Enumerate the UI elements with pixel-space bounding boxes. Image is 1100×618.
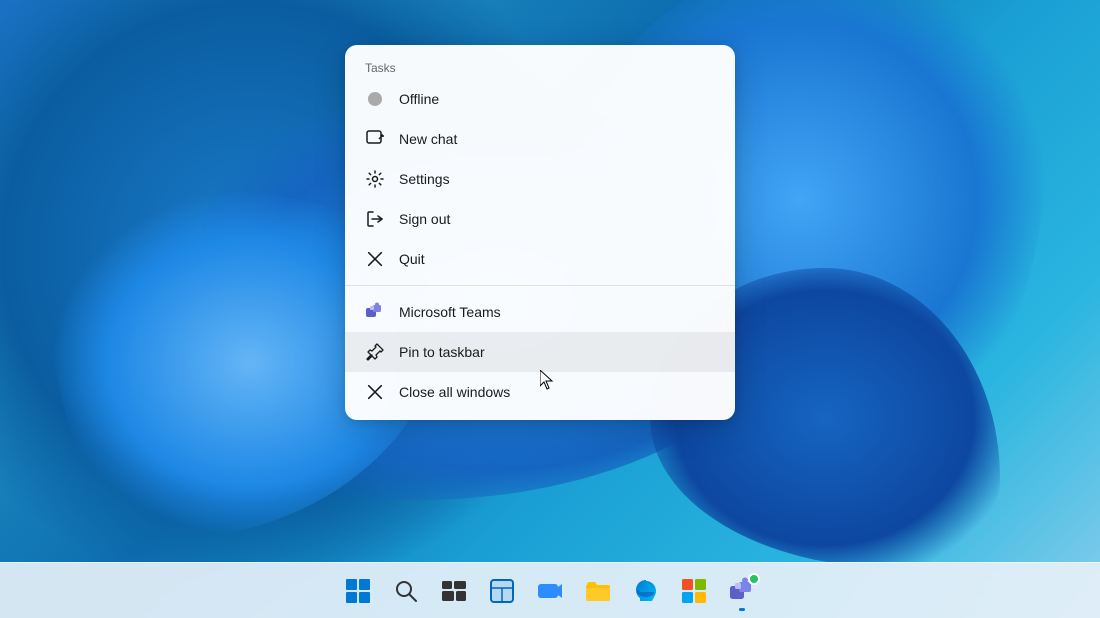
menu-item-new-chat-label: New chat xyxy=(399,131,457,147)
pin-icon xyxy=(365,342,385,362)
menu-divider xyxy=(345,285,735,286)
teams-indicator xyxy=(739,608,745,611)
settings-gear-icon xyxy=(365,169,385,189)
close-all-icon xyxy=(365,382,385,402)
menu-item-teams-label: Microsoft Teams xyxy=(399,304,501,320)
quit-x-icon xyxy=(365,249,385,269)
taskbar-task-view-button[interactable] xyxy=(432,569,476,613)
menu-item-offline[interactable]: Offline xyxy=(345,79,735,119)
taskbar-widgets-button[interactable] xyxy=(480,569,524,613)
taskbar-teams-button[interactable] xyxy=(720,569,764,613)
sign-out-icon xyxy=(365,209,385,229)
taskbar-edge-button[interactable] xyxy=(624,569,668,613)
taskbar-zoom-button[interactable] xyxy=(528,569,572,613)
menu-item-pin-to-taskbar[interactable]: Pin to taskbar xyxy=(345,332,735,372)
taskbar-search-button[interactable] xyxy=(384,569,428,613)
menu-item-sign-out[interactable]: Sign out xyxy=(345,199,735,239)
teams-active-badge xyxy=(748,573,760,585)
menu-item-new-chat[interactable]: New chat xyxy=(345,119,735,159)
menu-item-close-all-label: Close all windows xyxy=(399,384,510,400)
taskbar-store-button[interactable] xyxy=(672,569,716,613)
menu-section-label: Tasks xyxy=(345,53,735,79)
menu-item-sign-out-label: Sign out xyxy=(399,211,450,227)
taskbar-start-button[interactable] xyxy=(336,569,380,613)
menu-item-quit-label: Quit xyxy=(399,251,425,267)
menu-item-settings[interactable]: Settings xyxy=(345,159,735,199)
menu-item-settings-label: Settings xyxy=(399,171,450,187)
teams-menu-icon xyxy=(365,302,385,322)
offline-icon xyxy=(365,89,385,109)
desktop: Tasks Offline New chat xyxy=(0,0,1100,618)
menu-item-offline-label: Offline xyxy=(399,91,439,107)
taskbar-explorer-button[interactable] xyxy=(576,569,620,613)
context-menu: Tasks Offline New chat xyxy=(345,45,735,420)
menu-item-pin-label: Pin to taskbar xyxy=(399,344,485,360)
menu-item-quit[interactable]: Quit xyxy=(345,239,735,279)
taskbar xyxy=(0,562,1100,618)
new-chat-icon xyxy=(365,129,385,149)
menu-item-microsoft-teams[interactable]: Microsoft Teams xyxy=(345,292,735,332)
menu-item-close-all[interactable]: Close all windows xyxy=(345,372,735,412)
